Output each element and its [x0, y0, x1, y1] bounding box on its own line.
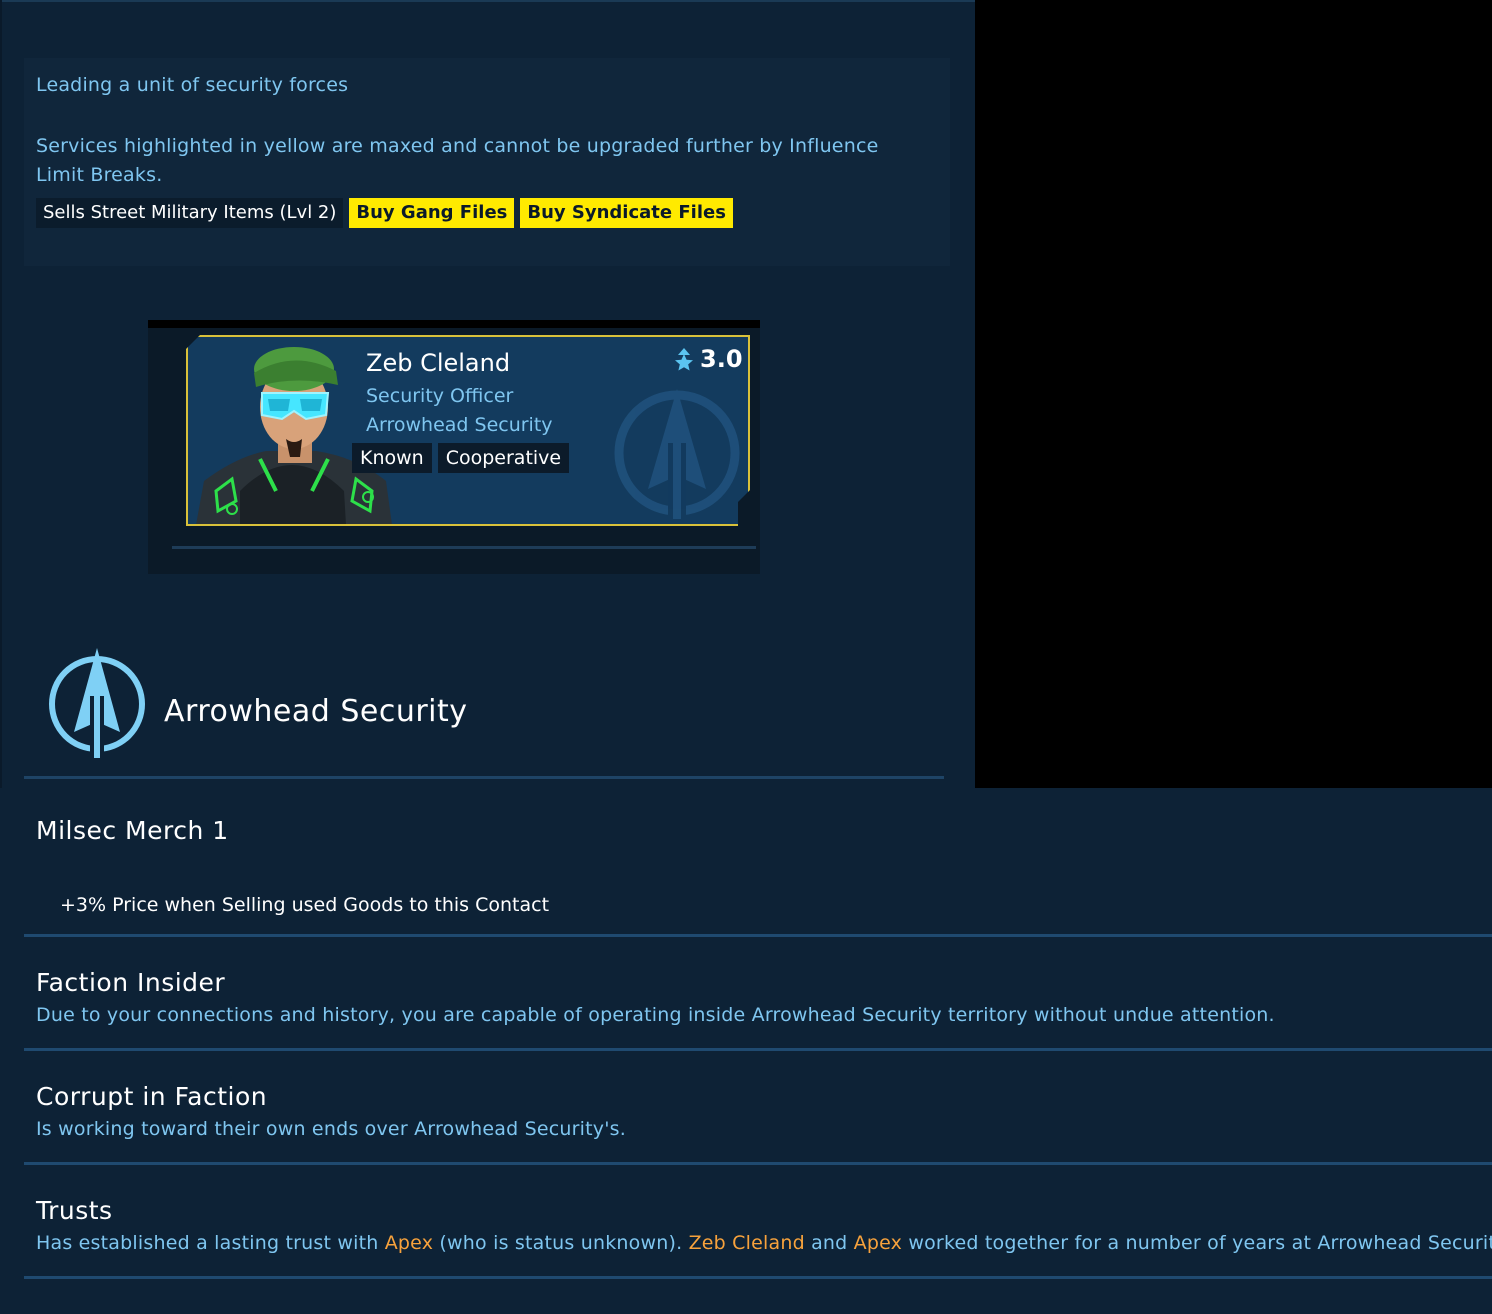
trait-divider [24, 934, 1492, 937]
trait-divider [24, 1162, 1492, 1165]
trait-text: Due to your connections and history, you… [36, 1004, 1275, 1026]
trait-bonus: +3% Price when Selling used Goods to thi… [60, 894, 550, 916]
contact-rating: 3.0 [672, 345, 743, 373]
contact-details-screen: Leading a unit of security forces Servic… [0, 0, 1492, 1314]
service-badge-maxed: Buy Syndicate Files [520, 198, 733, 228]
linked-contact-name[interactable]: Apex [385, 1232, 433, 1254]
faction-title: Arrowhead Security [164, 694, 468, 729]
trait-row: Corrupt in Faction Is working toward the… [24, 1052, 1492, 1166]
faction-divider [24, 776, 944, 779]
service-badge-maxed: Buy Gang Files [349, 198, 515, 228]
rating-value: 3.0 [700, 345, 743, 373]
trait-text-segment: Has established a lasting trust with [36, 1232, 385, 1254]
contact-name: Zeb Cleland [366, 349, 511, 377]
tag-known: Known [352, 443, 432, 473]
trait-text-segment: (who is status unknown). [433, 1232, 689, 1254]
linked-contact-name[interactable]: Zeb Cleland [689, 1232, 805, 1254]
services-list: Sells Street Military Items (Lvl 2) Buy … [36, 198, 733, 228]
card-frame-topbar [148, 320, 760, 328]
service-badge: Sells Street Military Items (Lvl 2) [36, 198, 344, 228]
trait-divider [24, 1048, 1492, 1051]
contact-tags: Known Cooperative [352, 443, 570, 473]
trait-text: Has established a lasting trust with Ape… [36, 1232, 1492, 1254]
arrowhead-logo-icon [614, 389, 740, 519]
contact-faction: Arrowhead Security [366, 414, 553, 436]
trait-title: Corrupt in Faction [36, 1082, 268, 1111]
linked-contact-name[interactable]: Apex [854, 1232, 902, 1254]
tag-cooperative: Cooperative [437, 443, 570, 473]
trait-title: Milsec Merch 1 [36, 816, 229, 845]
contact-role: Security Officer [366, 385, 514, 407]
trait-title: Trusts [36, 1196, 113, 1225]
trait-text-segment: and [804, 1232, 854, 1254]
trait-row: Milsec Merch 1 +3% Price when Selling us… [24, 788, 1492, 938]
rank-star-icon [675, 348, 693, 371]
panel-border [0, 0, 975, 2]
trait-title: Faction Insider [36, 968, 226, 997]
contact-portrait [196, 347, 392, 524]
arrowhead-logo-icon [49, 648, 145, 758]
trait-row: Faction Insider Due to your connections … [24, 938, 1492, 1052]
services-note: Services highlighted in yellow are maxed… [36, 135, 879, 186]
contact-card[interactable]: Zeb Cleland Security Officer Arrowhead S… [186, 335, 750, 526]
trait-row: Trusts Has established a lasting trust w… [24, 1166, 1492, 1280]
traits-list: Milsec Merch 1 +3% Price when Selling us… [0, 788, 1492, 1314]
panel-border [0, 0, 2, 788]
contact-info-panel: Leading a unit of security forces Servic… [0, 0, 975, 788]
card-frame-ledge [172, 546, 756, 549]
trait-divider [24, 1276, 1492, 1279]
trait-text-segment: worked together for a number of years at… [902, 1232, 1492, 1254]
trait-text: Is working toward their own ends over Ar… [36, 1118, 626, 1140]
contact-description: Leading a unit of security forces [36, 74, 349, 96]
